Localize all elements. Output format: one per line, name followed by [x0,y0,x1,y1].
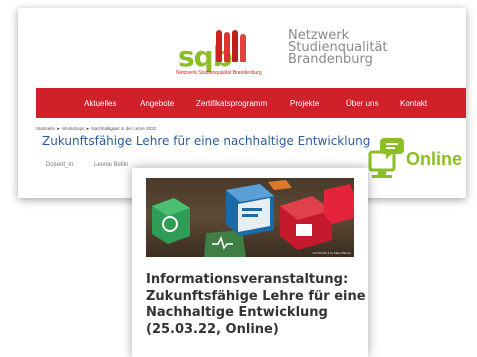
event-title-line: Informationsveranstaltung: [146,272,349,287]
nav-item-aktuelles[interactable]: Aktuelles [84,99,116,108]
event-title-line: Nachhaltige Entwicklung [146,305,328,320]
image-caption: CC BY-NC 2.0 | https://flic.kr/ [312,251,351,255]
event-title-line: (25.03.22, Online) [146,321,279,337]
event-title[interactable]: Informationsveranstaltung: Zukunftsfähig… [146,272,366,338]
nav-item-zertifikatsprogramm[interactable]: Zertifikatsprogramm [196,99,267,108]
dozent-name: Leonie Bellin [94,162,129,168]
main-nav: Aktuelles Angebote Zertifikatsprogramm P… [36,88,466,118]
page-title: Zukunftsfähige Lehre für eine nachhaltig… [42,134,371,148]
online-badge: Online [366,136,476,182]
logo-figures-icon [216,30,246,62]
nav-item-kontakt[interactable]: Kontakt [400,99,427,108]
sdg-cubes-illustration [152,180,354,257]
nav-item-projekte[interactable]: Projekte [290,99,319,108]
logo-subtitle: Netzwerk Studienqualität Brandenburg [176,70,262,76]
dozent-label: Dozent_in: [46,162,75,168]
sdg-cubes-image: CC BY-NC 2.0 | https://flic.kr/ [146,178,354,257]
nav-item-ueber-uns[interactable]: Über uns [346,99,378,108]
online-label: Online [406,149,463,169]
breadcrumb[interactable]: Startseite ► Workshops ► Nachhaltigkeit … [36,126,156,131]
sqb-logo[interactable]: sqb Netzwerk Studienqualität Brandenburg [176,26,266,78]
event-title-line: Zukunftsfähige Lehre für eine [146,288,366,304]
nav-item-angebote[interactable]: Angebote [140,99,174,108]
online-chat-icon [368,138,404,178]
event-card[interactable]: CC BY-NC 2.0 | https://flic.kr/ Informat… [132,168,368,357]
network-name-line: Brandenburg [288,52,373,67]
network-name: Netzwerk Studienqualität Brandenburg [288,29,388,67]
